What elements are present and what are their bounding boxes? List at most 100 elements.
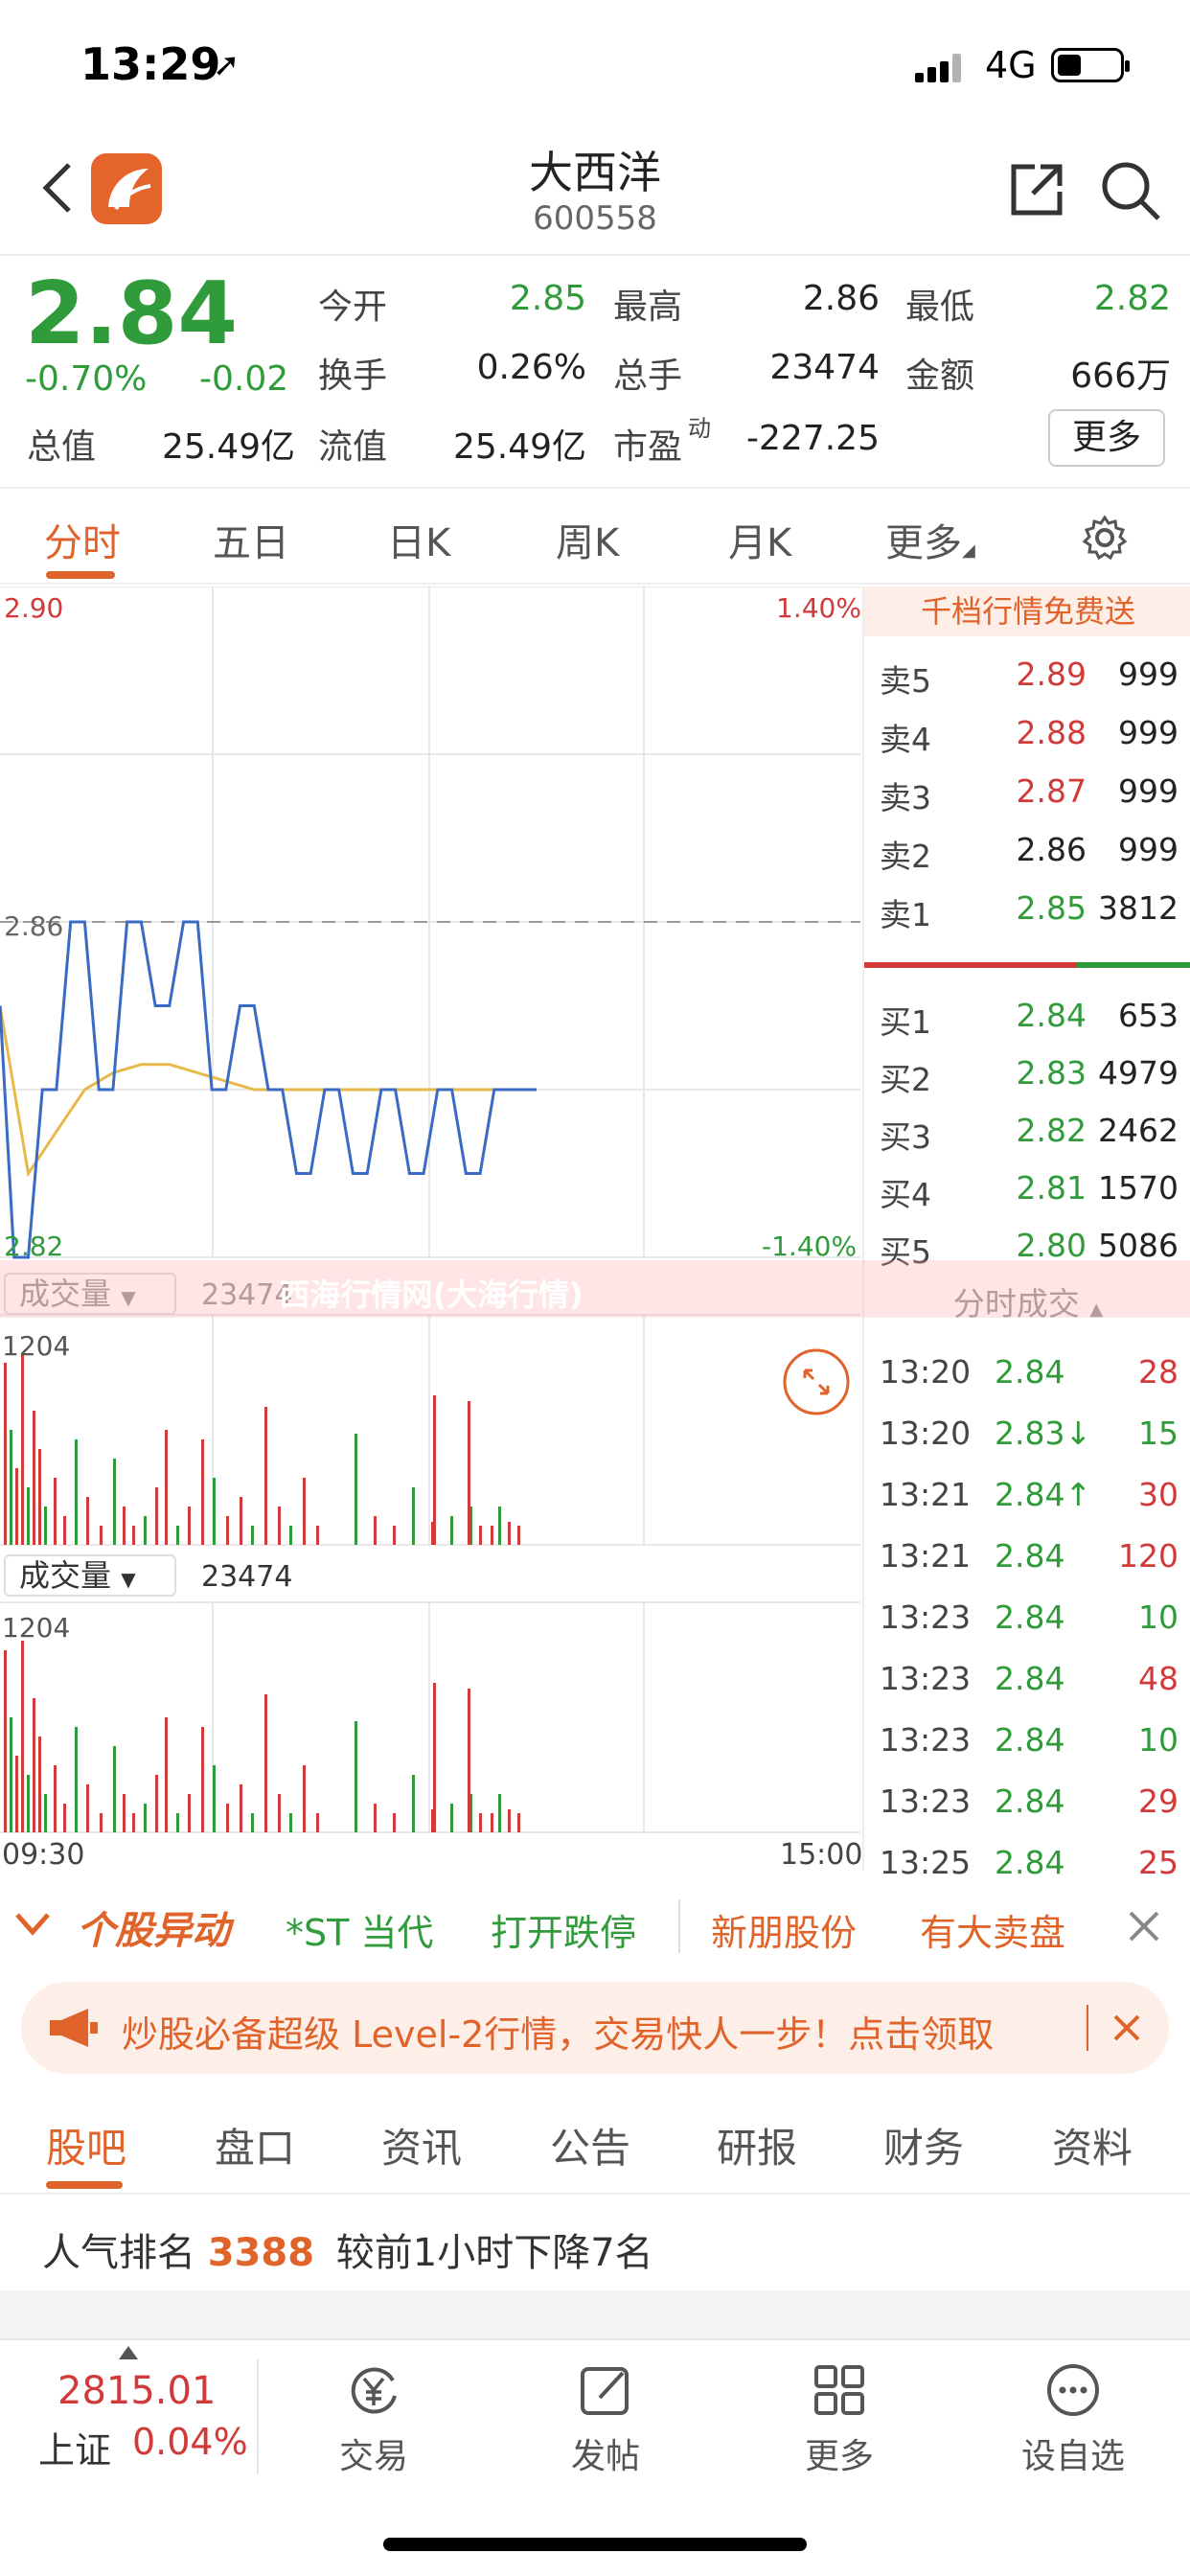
volume-bar (517, 1813, 520, 1832)
tick-volume: 48 (1138, 1660, 1179, 1697)
low-label: 最低 (905, 288, 975, 327)
pct-axis-bottom: -1.40% (762, 1230, 858, 1262)
rank-number: 3388 (207, 2231, 315, 2275)
ask-row[interactable]: 卖4 2.88 999 (864, 704, 1190, 762)
volume-bar (21, 1353, 24, 1545)
bid-label: 买1 (880, 1003, 931, 1041)
volume-bar (201, 1727, 204, 1832)
bid-price: 2.80 (1016, 1227, 1087, 1264)
bid-price: 2.81 (1016, 1169, 1087, 1207)
close-icon[interactable] (1127, 1909, 1161, 1944)
ask-volume: 999 (1118, 714, 1179, 751)
level2-promo-banner[interactable]: 炒股必备超级 Level-2行情，交易快人一步！点击领取 (21, 1982, 1169, 2074)
network-label: 4G (985, 44, 1037, 86)
volume-bar (374, 1516, 377, 1545)
volume-bar (144, 1804, 147, 1832)
location-arrow-icon: ➚ (213, 46, 240, 84)
gear-icon[interactable] (1081, 514, 1129, 562)
post-label: 发帖 (570, 2437, 640, 2476)
volume-bar (278, 1506, 281, 1545)
ask-label: 卖3 (880, 779, 931, 816)
ask-volume: 3812 (1098, 889, 1179, 927)
alert-item[interactable]: 打开跌停 (491, 1903, 636, 1956)
tab-more[interactable]: 更多◢ (885, 512, 975, 567)
open-label: 今开 (318, 288, 388, 327)
volume-selector-2[interactable]: 成交量 ▼ (4, 1554, 176, 1597)
close-icon[interactable] (1111, 2012, 1142, 2043)
ask-label: 卖4 (880, 721, 931, 758)
time-axis-end: 15:00 (780, 1838, 863, 1872)
tab-daily-k[interactable]: 日K (387, 512, 450, 567)
quote-more-button[interactable]: 更多 (1048, 409, 1165, 467)
tick-price: 2.84 (995, 1721, 1065, 1759)
tick-row: 13:23 2.84 48 (864, 1648, 1190, 1710)
tab-weekly-k[interactable]: 周K (556, 512, 619, 567)
tab-news[interactable]: 资讯 (381, 2116, 462, 2174)
chart-grid (0, 586, 860, 1833)
volume-bar (165, 1430, 168, 1545)
tick-volume: 29 (1138, 1782, 1179, 1820)
volume-bar (316, 1813, 319, 1832)
bid-row[interactable]: 买4 2.81 1570 (864, 1160, 1190, 1217)
tick-row: 13:20 2.84 28 (864, 1342, 1190, 1403)
volume-bar (86, 1784, 89, 1832)
volume-bar (188, 1506, 191, 1545)
alert-item[interactable]: 新朋股份 (711, 1903, 857, 1956)
tab-intraday[interactable]: 分时 (44, 512, 121, 567)
volume-bar (508, 1809, 511, 1832)
volume-bar (123, 1794, 126, 1832)
ask-row[interactable]: 卖3 2.87 999 (864, 763, 1190, 820)
volume-bar (468, 1689, 470, 1832)
bid-row[interactable]: 买3 2.82 2462 (864, 1102, 1190, 1160)
volume-bar (264, 1694, 267, 1832)
alert-divider (678, 1899, 680, 1953)
section-gap (0, 2290, 1190, 2338)
ask-price: 2.87 (1016, 772, 1087, 810)
status-bar: 13:29 ➚ 4G (0, 0, 1190, 125)
change-percent: -0.70% (25, 359, 148, 399)
volume-bar (86, 1497, 89, 1545)
volume-bar (517, 1526, 520, 1545)
volume-bar (54, 1478, 57, 1545)
volume-bar (450, 1804, 453, 1832)
ask-row[interactable]: 卖1 2.85 3812 (864, 880, 1190, 937)
orderbook-promo-banner[interactable]: 千档行情免费送 (864, 586, 1190, 636)
expand-icon[interactable] (782, 1347, 851, 1416)
alert-item[interactable]: *ST 当代 (286, 1903, 433, 1956)
volume-bar (44, 1794, 47, 1832)
tab-orderbook[interactable]: 盘口 (215, 2116, 295, 2174)
intraday-chart[interactable]: 2.90 1.40% 2.86 2.82 -1.40% 成交量 ▼ 23474 … (0, 586, 863, 1872)
volume-bar (213, 1765, 216, 1832)
volume-total-2: 23474 (201, 1560, 293, 1594)
chevron-down-icon[interactable] (13, 1911, 52, 1938)
search-icon[interactable] (1097, 157, 1164, 224)
tick-time: 13:20 (880, 1414, 972, 1452)
alert-item[interactable]: 有大卖盘 (920, 1903, 1065, 1956)
tab-research[interactable]: 研报 (717, 2116, 797, 2174)
tick-price: 2.84 (995, 1537, 1065, 1575)
volume-bar (498, 1794, 501, 1832)
trade-label: 交易 (338, 2437, 408, 2476)
tab-forum[interactable]: 股吧 (46, 2116, 126, 2174)
ask-row[interactable]: 卖2 2.86 999 (864, 821, 1190, 879)
ask-price: 2.88 (1016, 714, 1087, 751)
tab-finance[interactable]: 财务 (883, 2116, 964, 2174)
tab-announcements[interactable]: 公告 (550, 2116, 630, 2174)
volume-bar (491, 1813, 493, 1832)
index-value[interactable]: 2815.01 (57, 2369, 216, 2413)
tab-monthly-k[interactable]: 月K (728, 512, 791, 567)
share-icon[interactable] (1006, 159, 1067, 220)
index-name: 上证 (38, 2429, 112, 2472)
caret-up-icon (119, 2346, 138, 2359)
volume-bar (226, 1804, 229, 1832)
ask-row[interactable]: 卖5 2.89 999 (864, 646, 1190, 703)
amount-label: 金额 (905, 356, 975, 396)
bid-row[interactable]: 买1 2.84 653 (864, 987, 1190, 1045)
tab-five-day[interactable]: 五日 (213, 512, 289, 567)
volume-bar (412, 1487, 415, 1545)
tab-profile[interactable]: 资料 (1052, 2116, 1133, 2174)
volume-bar (63, 1516, 66, 1545)
volume-bar (38, 1449, 41, 1545)
bid-row[interactable]: 买2 2.83 4979 (864, 1045, 1190, 1102)
tick-time: 13:23 (880, 1721, 972, 1759)
